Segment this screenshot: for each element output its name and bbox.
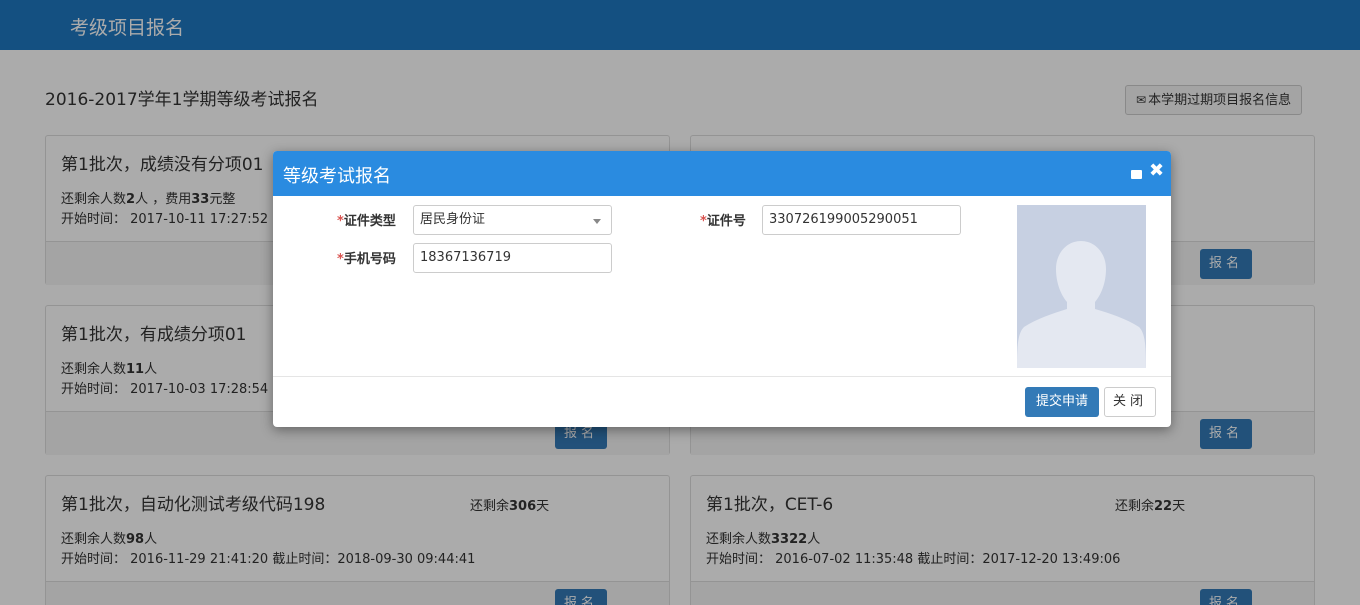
close-button[interactable]: 关闭 [1104, 387, 1156, 417]
id-number-field[interactable]: 330726199005290051 [762, 205, 961, 235]
dialog-header: 等级考试报名 ✖ [273, 151, 1171, 196]
id-type-select[interactable]: 居民身份证 [413, 205, 612, 235]
submit-button[interactable]: 提交申请 [1025, 387, 1099, 417]
chevron-down-icon [593, 219, 601, 224]
id-number-label: *证件号 [700, 214, 746, 229]
close-icon[interactable]: ✖ [1149, 161, 1164, 181]
dialog-title: 等级考试报名 [283, 166, 391, 187]
avatar-placeholder-icon [1017, 205, 1146, 368]
phone-label: *手机号码 [337, 252, 396, 267]
phone-field[interactable]: 18367136719 [413, 243, 612, 273]
exam-registration-dialog: 等级考试报名 ✖ *证件类型 居民身份证 *证件号 33072619900529… [273, 151, 1171, 427]
dialog-footer: 提交申请 关闭 [273, 376, 1171, 427]
id-type-label: *证件类型 [337, 214, 396, 229]
maximize-icon[interactable] [1131, 170, 1142, 179]
